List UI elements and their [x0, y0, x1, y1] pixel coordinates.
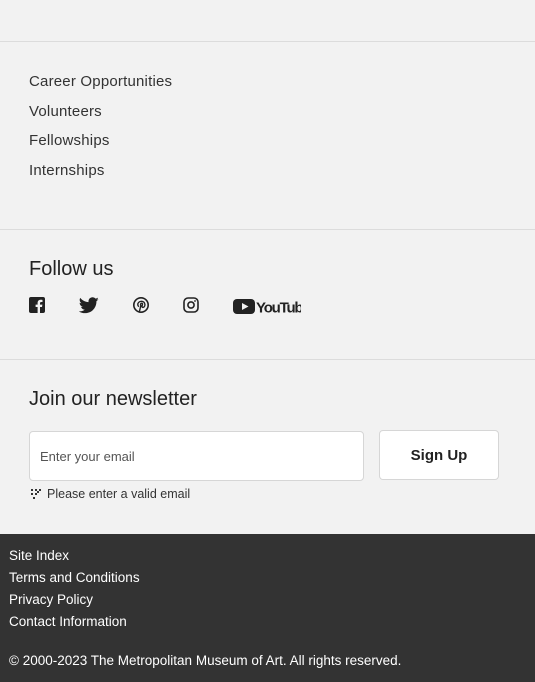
error-icon — [31, 489, 41, 499]
footer-link-contact[interactable]: Contact Information — [9, 613, 140, 635]
footer-link-site-index[interactable]: Site Index — [9, 547, 140, 569]
pinterest-icon[interactable] — [133, 297, 149, 318]
link-volunteers[interactable]: Volunteers — [29, 102, 172, 132]
newsletter-heading: Join our newsletter — [29, 388, 197, 410]
footer-links: Site Index Terms and Conditions Privacy … — [9, 547, 140, 635]
footer-link-privacy[interactable]: Privacy Policy — [9, 591, 140, 613]
twitter-icon[interactable] — [78, 297, 99, 319]
newsletter-divider — [0, 359, 535, 360]
youtube-icon[interactable]: YouTube — [233, 298, 312, 321]
email-error-message: Please enter a valid email — [30, 487, 190, 501]
facebook-icon[interactable] — [29, 297, 45, 318]
footer: Site Index Terms and Conditions Privacy … — [0, 534, 535, 682]
footer-link-terms[interactable]: Terms and Conditions — [9, 569, 140, 591]
sign-up-button[interactable]: Sign Up — [379, 430, 499, 480]
instagram-icon[interactable] — [183, 297, 199, 318]
follow-us-heading: Follow us — [29, 258, 114, 280]
copyright-text: © 2000-2023 The Metropolitan Museum of A… — [9, 653, 402, 668]
link-career-opportunities[interactable]: Career Opportunities — [29, 72, 172, 102]
error-text: Please enter a valid email — [47, 487, 191, 501]
email-input[interactable] — [29, 431, 364, 481]
link-fellowships[interactable]: Fellowships — [29, 131, 172, 161]
top-divider — [0, 41, 535, 42]
svg-text:YouTube: YouTube — [256, 300, 301, 317]
link-internships[interactable]: Internships — [29, 161, 172, 191]
follow-divider — [0, 229, 535, 230]
secondary-links: Career Opportunities Volunteers Fellowsh… — [29, 72, 172, 190]
